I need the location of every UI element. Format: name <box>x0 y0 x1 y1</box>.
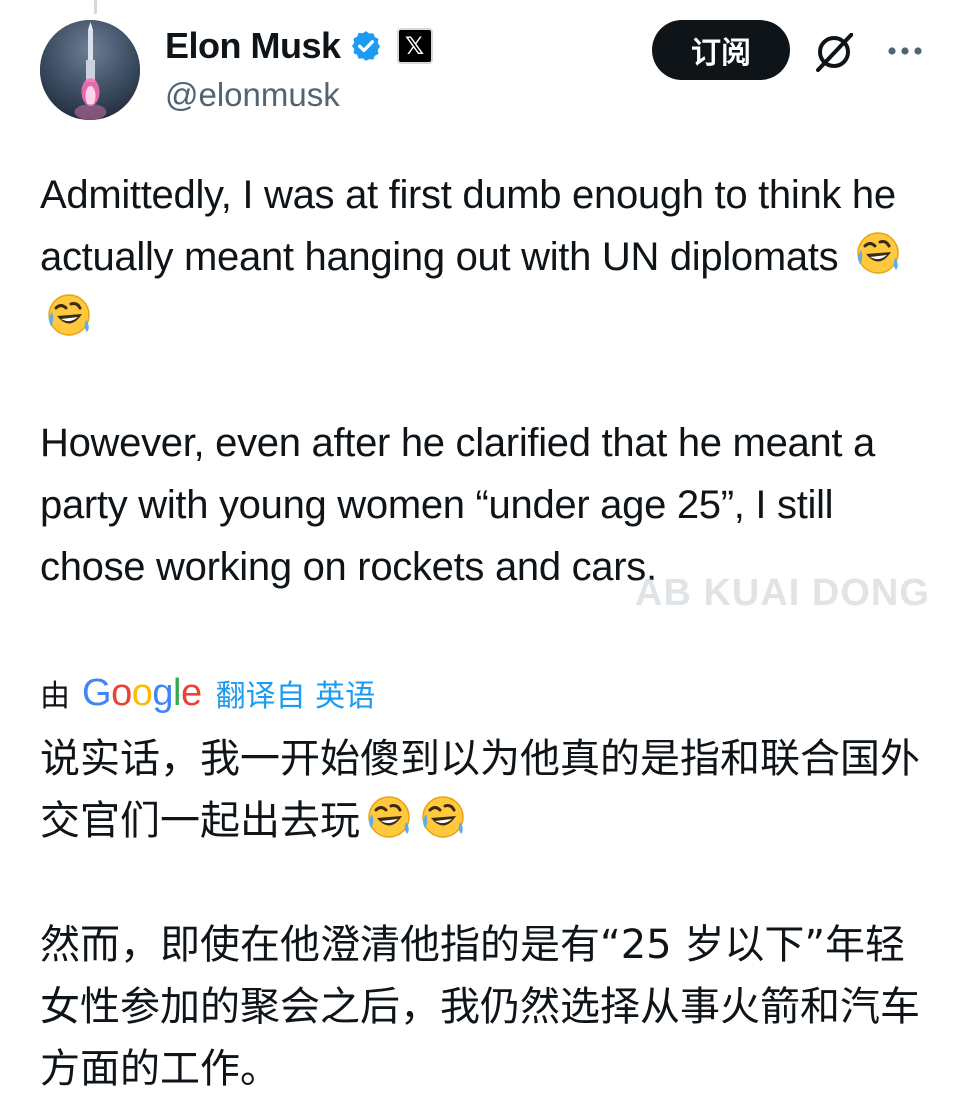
translated-from-link[interactable]: 翻译自 英语 <box>216 671 376 715</box>
translation-attribution: 由 Google 翻译自 英语 <box>40 668 375 718</box>
tweet-paragraph-2: However, even after he clarified that he… <box>40 421 875 589</box>
rofl-emoji-icon <box>856 231 900 275</box>
avatar[interactable] <box>40 20 140 120</box>
x-logo-glyph: 𝕏 <box>404 32 425 60</box>
x-logo-icon[interactable]: 𝕏 <box>396 28 433 64</box>
avatar-image <box>40 20 140 120</box>
rofl-emoji-icon <box>47 293 91 337</box>
subscribe-button[interactable]: 订阅 <box>652 20 790 80</box>
display-name[interactable]: Elon Musk <box>165 25 341 67</box>
translated-body: 说实话，我一开始傻到以为他真的是指和联合国外交官们一起出去玩 然而，即使在他澄清… <box>40 728 940 1100</box>
translated-paragraph-2: 然而，即使在他澄清他指的是有“25 岁以下”年轻女性参加的聚会之后，我仍然选择从… <box>40 922 920 1092</box>
tweet-paragraph-1: Admittedly, I was at first dumb enough t… <box>40 164 940 350</box>
more-options-icon[interactable] <box>880 26 930 76</box>
grok-icon[interactable] <box>810 26 860 76</box>
user-handle[interactable]: @elonmusk <box>165 76 340 114</box>
translated-by-label: 由 <box>40 679 70 714</box>
translated-paragraph-1-text: 说实话，我一开始傻到以为他真的是指和联合国外交官们一起出去玩 <box>40 736 920 844</box>
verified-badge-icon[interactable] <box>349 29 383 63</box>
translated-paragraph-1: 说实话，我一开始傻到以为他真的是指和联合国外交官们一起出去玩 <box>40 728 940 852</box>
thread-connector-line <box>94 0 97 14</box>
rofl-emoji-icon <box>367 795 411 839</box>
watermark: AB KUAI DONG <box>635 572 930 614</box>
google-logo-icon: Google <box>82 671 202 714</box>
tweet-body: Admittedly, I was at first dumb enough t… <box>40 164 940 598</box>
author-name-row[interactable]: Elon Musk 𝕏 <box>165 24 433 68</box>
tweet-paragraph-1-text: Admittedly, I was at first dumb enough t… <box>40 173 896 279</box>
tweet-card: Elon Musk 𝕏 @elonmusk 订阅 Admittedly, I w… <box>0 0 960 1092</box>
rofl-emoji-icon <box>421 795 465 839</box>
